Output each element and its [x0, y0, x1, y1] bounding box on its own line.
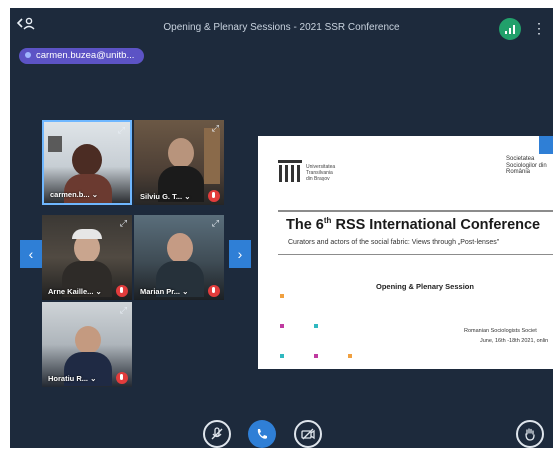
date-text: June, 16th -18th 2021, onlin	[480, 338, 549, 344]
decorative-square	[348, 354, 352, 358]
decorative-square	[280, 294, 284, 298]
participant-body	[64, 174, 112, 203]
microphone-muted-icon	[116, 285, 128, 297]
decorative-square	[314, 324, 318, 328]
next-page-button[interactable]: ›	[229, 240, 251, 268]
participant-tile[interactable]: ⤢ Horatiu R... ⌄	[42, 302, 132, 387]
participant-face	[168, 138, 194, 168]
decorative-square	[280, 324, 284, 328]
top-bar: Opening & Plenary Sessions - 2021 SSR Co…	[10, 8, 553, 42]
bookshelf	[204, 128, 220, 184]
more-vertical-icon[interactable]: ⋮	[532, 20, 546, 38]
participant-face	[75, 326, 101, 354]
camera-off-icon	[301, 428, 315, 440]
microphone-muted-icon	[211, 427, 223, 440]
participant-name: Marian Pr... ⌄	[140, 287, 189, 296]
expand-icon[interactable]: ⤢	[212, 218, 219, 229]
user-icon	[25, 52, 31, 59]
microphone-button[interactable]	[203, 420, 231, 448]
slide-subtitle: Curators and actors of the social fabric…	[288, 239, 500, 246]
participant-name: Arne Kaille... ⌄	[48, 287, 102, 296]
slide-heading: The 6th RSS International Conference	[286, 216, 541, 233]
participant-name: carmen.b... ⌄	[50, 190, 98, 199]
previous-page-button[interactable]: ‹	[20, 240, 42, 268]
university-name: Universitatea Transilvania din Braşov	[306, 164, 336, 182]
background-emblem	[48, 136, 62, 152]
microphone-muted-icon	[208, 190, 220, 202]
meeting-window: Opening & Plenary Sessions - 2021 SSR Co…	[10, 8, 553, 448]
presentation-toolbar-tab[interactable]	[539, 136, 553, 154]
video-button[interactable]	[294, 420, 322, 448]
expand-icon[interactable]: ⤢	[120, 305, 127, 316]
participant-face	[167, 233, 193, 263]
expand-icon[interactable]: ⤢	[120, 218, 127, 229]
participant-tile[interactable]: ⤢ Marian Pr... ⌄	[134, 215, 224, 300]
microphone-muted-icon	[116, 372, 128, 384]
organizer-text: Romanian Sociologists Societ	[464, 328, 537, 334]
participant-name: Horatiu R... ⌄	[48, 374, 97, 383]
participant-hair	[72, 229, 102, 239]
participant-tile[interactable]: ⤢ Arne Kaille... ⌄	[42, 215, 132, 300]
session-title: Opening & Plenary Session	[376, 282, 474, 291]
shared-presentation: Universitatea Transilvania din Braşov So…	[258, 136, 553, 369]
divider	[278, 254, 553, 255]
participant-tile[interactable]: ⤢ Silviu G. T... ⌄	[134, 120, 224, 205]
raise-hand-icon	[525, 428, 535, 441]
society-name: Societatea Sociologilor din România	[506, 156, 547, 175]
university-logo	[278, 160, 302, 182]
divider	[278, 210, 553, 212]
decorative-square	[280, 354, 284, 358]
microphone-muted-icon	[208, 285, 220, 297]
society-logo: Societatea Sociologilor din România	[506, 156, 548, 176]
call-button[interactable]	[248, 420, 276, 448]
raise-hand-button[interactable]	[516, 420, 544, 448]
participant-face	[72, 144, 102, 176]
meeting-title: Opening & Plenary Sessions - 2021 SSR Co…	[163, 22, 400, 33]
signal-icon[interactable]	[499, 18, 521, 40]
expand-icon[interactable]: ⤢	[118, 125, 125, 136]
expand-icon[interactable]: ⤢	[212, 123, 219, 134]
participant-tile[interactable]: ⤢ carmen.b... ⌄	[42, 120, 132, 205]
phone-icon	[257, 429, 267, 439]
current-user-pill[interactable]: carmen.buzea@unitb...	[19, 48, 145, 64]
decorative-square	[314, 354, 318, 358]
participant-name: Silviu G. T... ⌄	[140, 192, 191, 201]
user-email: carmen.buzea@unitb...	[36, 50, 135, 61]
